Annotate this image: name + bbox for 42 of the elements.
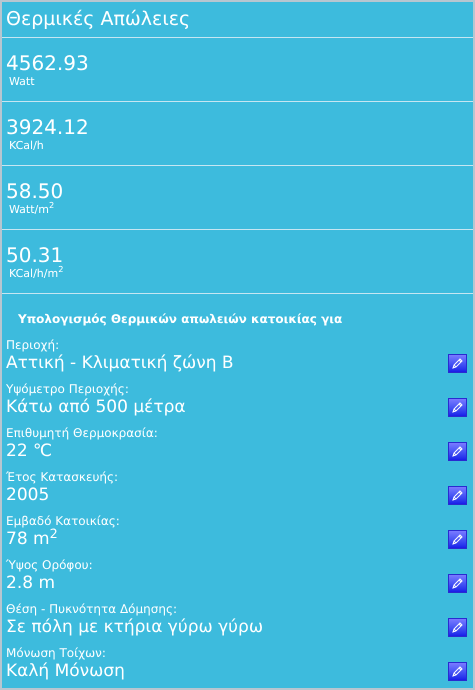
field-value: Καλή Μόνωση (6, 661, 125, 682)
field-value: Αττική - Κλιματική ζώνη Β (6, 353, 234, 374)
pencil-icon (451, 664, 464, 678)
edit-button[interactable] (448, 574, 467, 592)
pencil-icon (451, 400, 464, 414)
result-value: 58.50 (6, 178, 64, 202)
field-label: Υψόμετρο Περιοχής: (6, 382, 129, 397)
field-label: Επιθυμητή Θερμοκρασία: (6, 426, 158, 441)
pencil-icon (451, 576, 464, 590)
pencil-icon (451, 444, 464, 458)
edit-button[interactable] (448, 354, 467, 372)
field-value: 22 ℃ (6, 441, 52, 462)
edit-button[interactable] (448, 486, 467, 504)
edit-button[interactable] (448, 442, 467, 460)
unit-label: KCal/h (8, 138, 44, 152)
field-label: Μόνωση Τοίχων: (6, 646, 106, 661)
edit-button[interactable] (448, 618, 467, 636)
result-value: 4562.93 (6, 50, 89, 74)
edit-button[interactable] (448, 530, 467, 548)
pencil-icon (451, 488, 464, 502)
section-heading: Υπολογισμός Θερμικών απωλειών κατοικίας για (18, 312, 342, 326)
field-label: Περιοχή: (6, 338, 60, 353)
page-title: Θερμικές Απώλειες (6, 10, 190, 29)
pencil-icon (451, 532, 464, 546)
field-value: Σε πόλη με κτήρια γύρω γύρω (6, 617, 264, 638)
unit-label: Watt (8, 74, 35, 88)
field-label: Έτος Κατασκευής: (6, 470, 118, 485)
result-value: 50.31 (6, 242, 64, 266)
field-value: Κάτω από 500 μέτρα (6, 397, 186, 418)
pencil-icon (451, 620, 464, 634)
field-label: Εμβαδό Κατοικίας: (6, 514, 120, 528)
field-value: 78 m$^{2}$ (6, 529, 58, 550)
unit-label: KCal/h/m$^{2}$ (8, 266, 64, 280)
result-value: 3924.12 (6, 114, 89, 138)
field-label: Θέση - Πυκνότητα Δόμησης: (6, 602, 178, 617)
unit-label: Watt/m$^{2}$ (8, 202, 54, 216)
edit-button[interactable] (448, 662, 467, 680)
field-value: 2005 (6, 485, 50, 506)
edit-button[interactable] (448, 398, 467, 416)
pencil-icon (451, 356, 464, 370)
field-value: 2.8 m (6, 573, 55, 594)
field-label: Ύψος Ορόφου: (6, 558, 93, 573)
